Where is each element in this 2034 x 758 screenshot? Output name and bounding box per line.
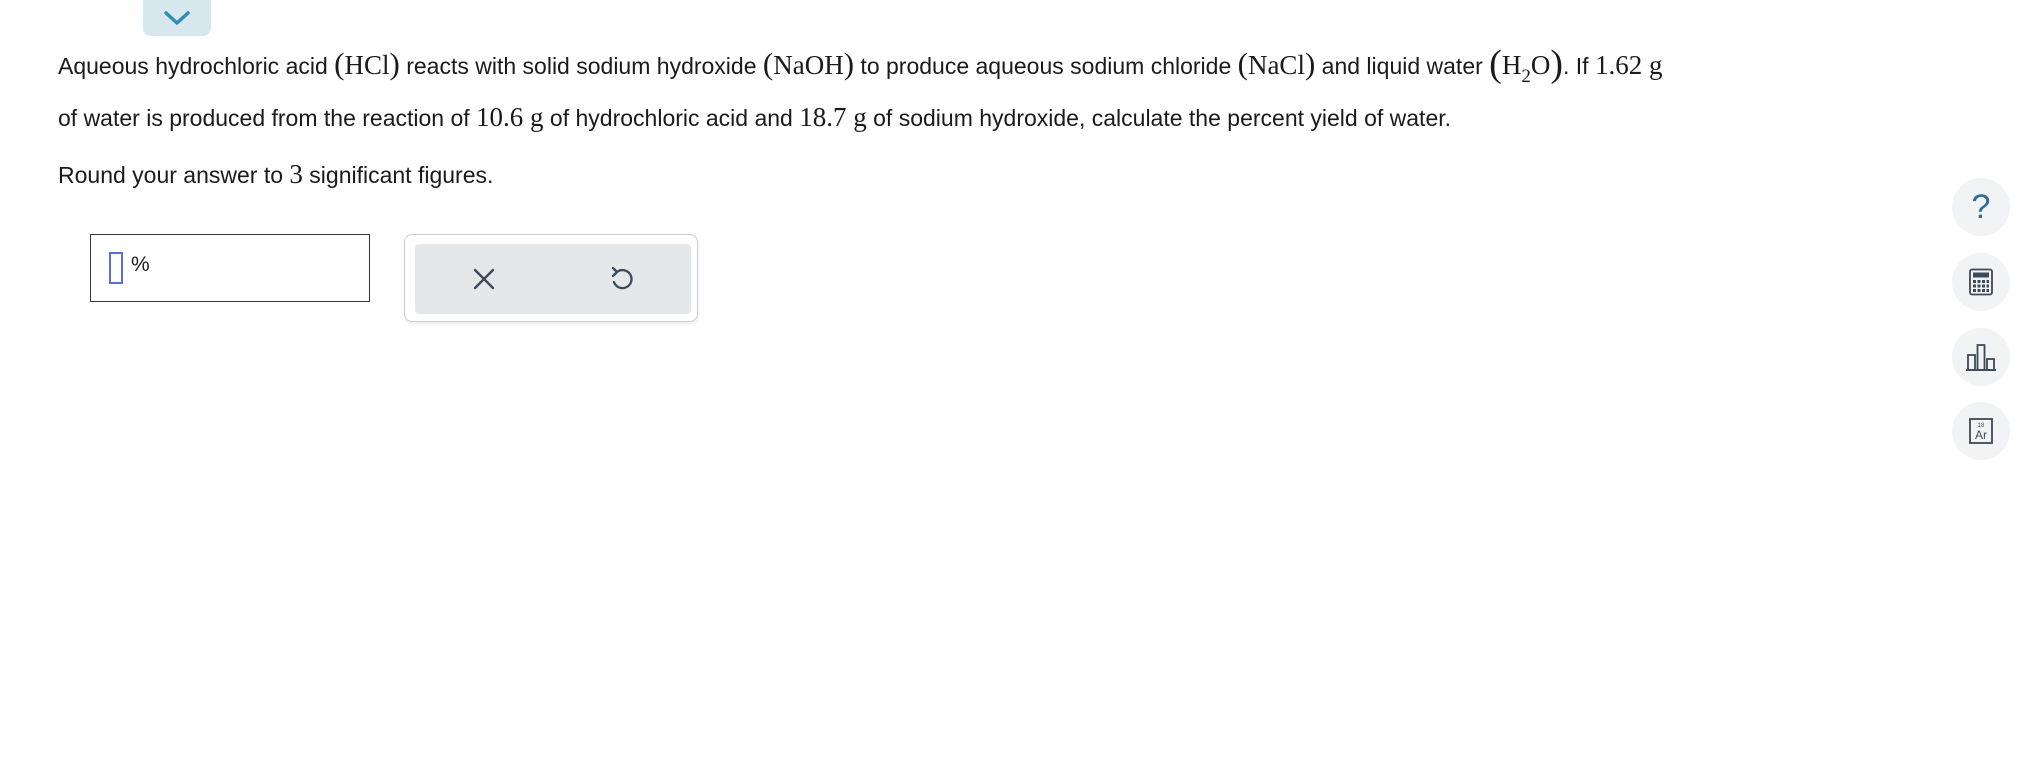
question-text-segment: . If [1562,53,1595,79]
question-text: Aqueous hydrochloric acid (HCl) reacts w… [58,38,1918,142]
paren-close: ) [1550,43,1563,85]
collapse-toggle-button[interactable] [143,0,211,36]
answer-input[interactable]: % [90,234,370,302]
question-text-segment: Aqueous hydrochloric acid [58,53,335,79]
formula-nacl: NaCl [1247,50,1305,80]
chevron-down-icon [164,11,190,25]
question-text-segment: reacts with solid sodium hydroxide [399,53,763,79]
paren-open: ( [334,46,345,81]
instruction-text: Round your answer to [58,162,290,188]
rounding-instruction: Round your answer to 3 significant figur… [58,154,493,195]
periodic-table-button[interactable]: 18 Ar [1952,402,2010,460]
hcl-mass-value: 10.6 g [476,102,544,132]
paren-open: ( [762,46,774,81]
paren-open: ( [1237,46,1248,81]
sig-figs-value: 3 [289,159,303,189]
periodic-symbol: Ar [1975,428,1987,442]
data-button[interactable] [1952,328,2010,386]
formula-water-o: O [1530,50,1551,80]
question-text-segment: to produce aqueous sodium chloride [854,53,1238,79]
calculator-icon [1969,268,1993,296]
formula-hcl: HCl [344,50,390,80]
undo-button[interactable] [553,244,691,314]
instruction-text: significant figures. [302,162,494,188]
question-text-segment: of water is produced from the reaction o… [58,105,477,131]
water-mass-value: 1.62 g [1594,50,1663,80]
periodic-table-icon: 18 Ar [1969,418,1993,444]
formula-water-h: H [1501,50,1522,80]
formula-water-subscript: 2 [1521,66,1531,87]
paren-close: ) [389,46,400,81]
answer-action-panel [404,234,698,322]
paren-close: ) [1304,46,1316,81]
paren-close: ) [843,46,855,81]
percent-unit-label: % [131,253,150,276]
help-button[interactable]: ? [1952,178,2010,236]
undo-icon [611,266,633,290]
question-line-2: of water is produced from the reaction o… [58,93,1918,142]
input-cursor[interactable] [109,252,123,284]
calculator-button[interactable] [1952,253,2010,311]
naoh-mass-value: 18.7 g [799,102,867,132]
clear-button[interactable] [415,244,553,314]
action-button-group [415,244,691,314]
formula-naoh: NaOH [773,50,844,80]
question-text-segment: of hydrochloric acid and [543,105,800,131]
x-icon [473,268,495,290]
bar-chart-icon [1966,344,1996,371]
page: Aqueous hydrochloric acid (HCl) reacts w… [0,0,2034,758]
question-line-1: Aqueous hydrochloric acid (HCl) reacts w… [58,38,1918,93]
paren-open: ( [1489,43,1502,85]
question-icon: ? [1971,187,1991,226]
question-text-segment: of sodium hydroxide, calculate the perce… [866,105,1452,131]
question-text-segment: and liquid water [1315,53,1490,79]
